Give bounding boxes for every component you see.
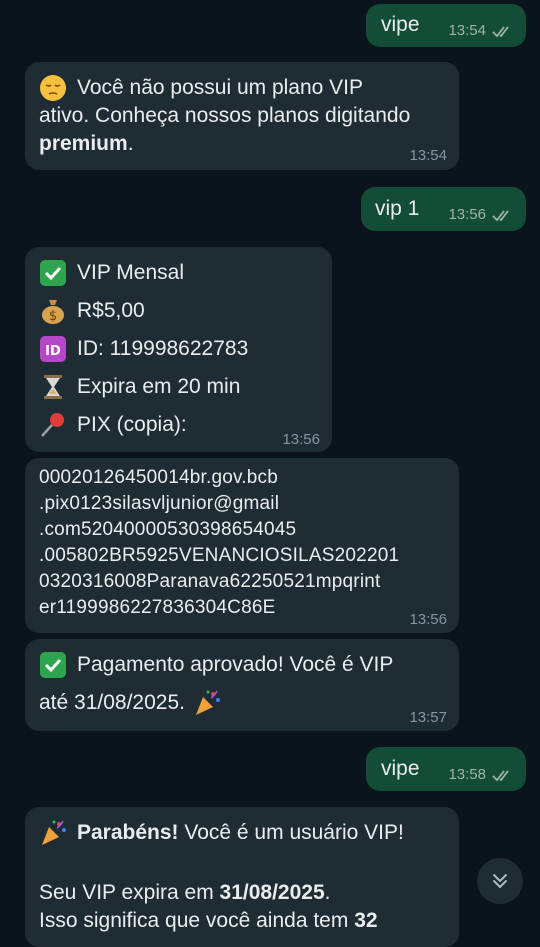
message-incoming-vip-details[interactable]: VIP Mensal $ R$5,00 ID ID: 119998622783 … xyxy=(25,247,332,452)
detail-id: ID ID: 119998622783 xyxy=(39,330,248,368)
money-bag-emoji: $ xyxy=(42,300,64,324)
message-incoming-payment-approved[interactable]: Pagamento aprovado! Você é VIP até 31/08… xyxy=(25,639,459,731)
double-check-icon xyxy=(492,209,509,221)
message-line: ativo. Conheça nossos planos digitando xyxy=(39,104,411,127)
scroll-to-bottom-button[interactable] xyxy=(477,858,523,904)
message-time: 13:58 xyxy=(448,766,486,783)
message-time: 13:54 xyxy=(448,22,486,39)
message-outgoing-vipe-1[interactable]: vipe 13:54 xyxy=(366,4,526,47)
message-time: 13:54 xyxy=(409,147,447,164)
message-text: vipe xyxy=(381,13,420,36)
keyword-premium: premium xyxy=(39,132,128,155)
chevron-double-down-icon xyxy=(493,874,507,888)
message-time: 13:56 xyxy=(448,206,486,223)
pix-code: 00020126450014br.gov.bcb .pix0123silasvl… xyxy=(39,467,400,618)
message-text: vip 1 xyxy=(375,197,420,220)
detail-expire: Expira em 20 min xyxy=(39,368,248,406)
message-incoming-no-vip[interactable]: Você não possui um plano VIP ativo. Conh… xyxy=(25,62,459,170)
message-outgoing-vip1[interactable]: vip 1 13:56 xyxy=(361,187,526,231)
message-incoming-congratulations[interactable]: Parabéns! Você é um usuário VIP! Seu VIP… xyxy=(25,807,459,947)
check-mark-emoji xyxy=(40,652,66,678)
message-line: Você não possui um plano VIP xyxy=(77,76,364,99)
message-time: 13:57 xyxy=(409,709,447,726)
detail-price: $ R$5,00 xyxy=(39,292,248,330)
svg-text:$: $ xyxy=(49,309,57,324)
message-time: 13:56 xyxy=(282,431,320,448)
party-popper-emoji xyxy=(42,820,66,845)
pushpin-emoji xyxy=(41,413,64,437)
party-popper-emoji xyxy=(195,690,220,715)
message-text: vipe xyxy=(381,757,420,780)
double-check-icon xyxy=(492,769,509,781)
message-line: até 31/08/2025. xyxy=(39,691,185,714)
detail-plan: VIP Mensal xyxy=(39,254,248,292)
svg-text:ID: ID xyxy=(45,344,61,359)
message-line: Pagamento aprovado! Você é VIP xyxy=(77,653,394,676)
detail-pix: PIX (copia): xyxy=(39,406,248,444)
hourglass-emoji xyxy=(44,375,62,399)
message-incoming-pix-code[interactable]: 00020126450014br.gov.bcb .pix0123silasvl… xyxy=(25,458,459,633)
id-emoji: ID xyxy=(40,336,66,362)
message-time: 13:56 xyxy=(409,611,447,628)
pensive-face-emoji xyxy=(40,75,66,101)
double-check-icon xyxy=(492,25,509,37)
check-mark-emoji xyxy=(40,260,66,286)
message-outgoing-vipe-2[interactable]: vipe 13:58 xyxy=(366,747,526,791)
